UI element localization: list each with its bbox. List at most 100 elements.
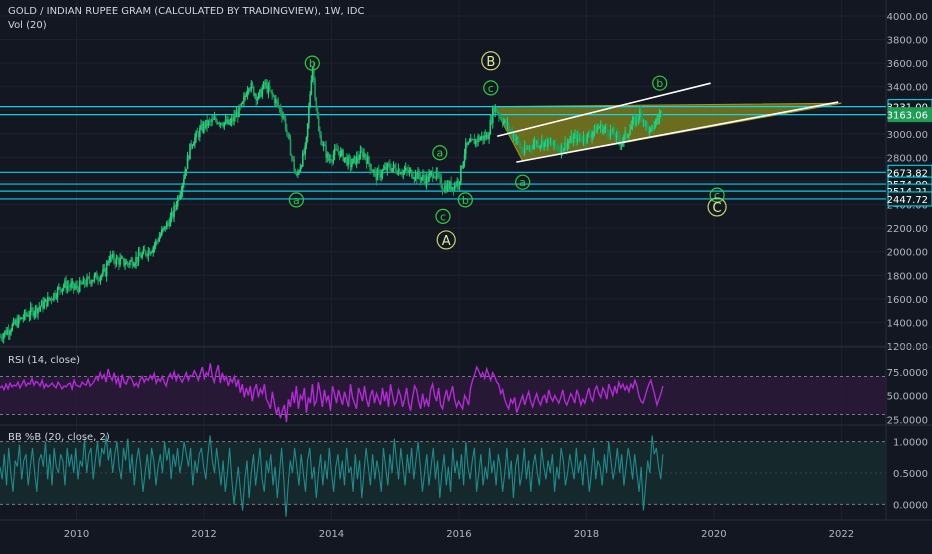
price-candle-body [158,237,161,242]
price-candle-body [555,145,558,147]
price-candle-body [131,259,134,267]
price-candle-body [31,307,33,309]
price-candle-body [462,161,465,168]
price-candle-body [320,134,322,145]
price-candle-body [278,106,281,108]
price-candle-body [500,116,503,121]
price-candle-body [515,139,517,141]
price-candle-body [330,159,332,161]
price-candle-body [592,131,595,135]
price-candle-body [276,99,278,102]
price-candle-body [658,114,661,119]
price-candle-body [569,141,571,143]
wave-label: c [440,210,446,223]
price-candle-body [108,261,110,263]
price-candle-body [99,276,102,281]
price-candle-body [317,117,320,132]
price-candle-body [327,153,330,160]
price-candle-body [38,307,41,309]
y-tick-label: 3000.00 [887,130,928,141]
price-candle-body [629,129,631,135]
price-candle-body [271,91,273,95]
price-candle-body [580,137,582,141]
price-candle-body [126,261,129,264]
price-candle-body [374,170,376,172]
price-candle-body [403,170,406,172]
price-candle-body [50,298,53,300]
price-candle-body [123,257,125,266]
price-candle-body [301,152,304,167]
y-tick-label: 3600.00 [887,59,928,70]
price-candle-body [358,159,360,161]
price-candle-body [439,175,441,178]
y-tick-label: 2800.00 [887,153,928,164]
price-candle-body [199,128,201,138]
price-candle-body [11,324,14,331]
price-candle-body [124,264,126,266]
y-tick-label: 2000.00 [887,248,928,259]
bb-tick-label: 1.0000 [893,438,928,449]
price-candle-body [279,107,282,113]
price-candle-body [107,262,109,264]
price-candle-body [602,128,604,134]
price-candle-body [496,112,499,114]
price-candle-body [657,118,660,120]
price-candle-body [315,97,318,109]
price-candle-body [116,257,119,260]
price-candle-body [299,167,302,172]
price-candle-body [563,148,565,152]
price-candle-body [173,205,175,217]
price-candle-body [336,149,338,151]
price-candle-body [59,287,61,290]
bb-label: BB %B (20, close, 2) [8,432,110,443]
price-candle-body [550,142,553,145]
price-candle-body [628,134,630,136]
price-candle-body [134,263,136,266]
price-candle-body [495,106,498,113]
y-tick-label: 4000.00 [887,12,928,23]
price-candle-body [591,134,593,138]
wave-label: b [309,57,316,70]
price-candle-body [637,118,640,120]
price-candle-body [308,106,310,124]
price-candle-body [194,137,196,145]
price-candle-body [240,103,243,107]
price-candle-body [460,165,462,182]
price-candle-body [382,168,385,171]
price-candle-body [9,332,11,335]
price-candle-body [380,174,383,178]
price-candle-body [605,126,608,131]
price-candle-body [138,252,141,256]
price-candle-body [73,287,76,289]
price-candle-body [22,318,25,320]
price-candle-body [395,167,397,173]
price-candle-body [272,94,275,97]
price-candle-body [290,155,293,157]
price-candle-body [72,281,75,289]
x-tick-label: 2018 [574,529,599,540]
price-candle-body [287,132,289,134]
wave-label: b [656,77,663,90]
price-candle-body [257,93,260,99]
bb-tick-label: 0.5000 [893,469,928,480]
price-candle-body [283,116,286,119]
price-candle-body [298,171,300,173]
price-candle-body [654,119,657,126]
price-candle-body [631,120,634,127]
price-candle-body [498,113,500,117]
price-candle-body [191,145,194,147]
price-candle-body [83,278,86,285]
price-candle-body [152,247,155,252]
price-candle-body [288,133,291,140]
price-candle-body [80,280,82,284]
price-candle-body [169,216,172,227]
price-candle-body [428,174,430,182]
price-candle-body [297,172,299,175]
price-candle-body [434,177,436,179]
price-candle-body [532,144,535,150]
price-candle-body [316,108,319,118]
rsi-label: RSI (14, close) [8,355,81,366]
price-candle-body [185,168,188,172]
price-candle-body [10,330,12,333]
price-candle-body [650,127,652,130]
